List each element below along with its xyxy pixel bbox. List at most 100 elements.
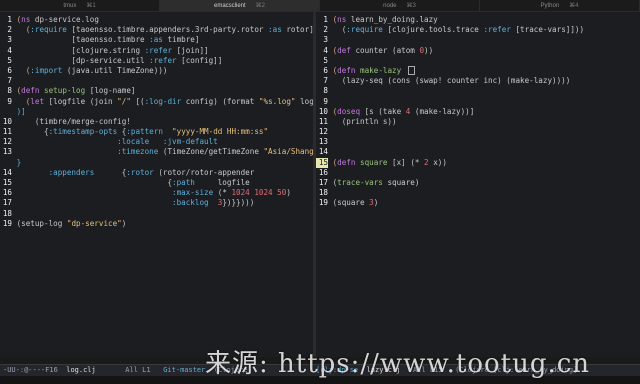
- code-line[interactable]: 14: [316, 147, 584, 157]
- editor-pane-left[interactable]: 1 (ns dp-service.log 2 (:require [taoenss…: [0, 12, 313, 357]
- line-number: 18: [318, 188, 328, 198]
- code-line[interactable]: 10 (timbre/merge-config!: [0, 117, 313, 127]
- line-number: 11: [318, 116, 328, 126]
- code-text: (ns dp-service.log: [16, 15, 99, 24]
- line-number: 14: [2, 167, 12, 177]
- code-line[interactable]: 12 :locale :jvm-default: [0, 137, 313, 147]
- code-line[interactable]: 5 [dp-service.util :refer [config]]: [0, 56, 313, 66]
- code-line[interactable]: 7 (lazy-seq (cons (swap! counter inc) (m…: [316, 76, 584, 86]
- code-line[interactable]: 8 (defn setup-log [log-name]: [0, 86, 313, 96]
- code-text: (defn make-lazy: [328, 66, 415, 76]
- code-text: :appenders {:rotor (rotor/rotor-appender: [48, 167, 255, 177]
- code-line[interactable]: 3 [taoensso.timbre :as timbre]: [0, 35, 313, 45]
- line-number: 18: [2, 208, 12, 218]
- code-line[interactable]: 8: [316, 86, 584, 96]
- code-line[interactable]: 9: [316, 97, 584, 107]
- code-text: (trace-vars square): [328, 178, 420, 187]
- code-line[interactable]: 19 (square 3): [316, 198, 584, 208]
- code-text: (def counter (atom 0)): [332, 45, 434, 55]
- line-number: 13: [318, 137, 328, 147]
- code-line[interactable]: 17 (trace-vars square): [316, 178, 584, 188]
- code-line[interactable]: 6 (defn make-lazy: [316, 66, 584, 76]
- line-number: 15: [316, 157, 328, 168]
- line-number: 12: [2, 137, 12, 147]
- tab-bar: tmux ⌘1 emacsclient ⌘2 node ⌘3 Python ⌘4: [0, 0, 640, 12]
- code-line[interactable]: 1 (ns dp-service.log: [0, 15, 313, 25]
- code-line[interactable]: 17 :backlog 3})}}))): [0, 198, 313, 208]
- tab-tmux[interactable]: tmux ⌘1: [0, 0, 160, 11]
- line-number: 17: [2, 198, 12, 208]
- code-line[interactable]: 1 (ns learn_by_doing.lazy: [316, 15, 584, 25]
- code-text: (ns learn_by_doing.lazy: [332, 15, 438, 24]
- code-line[interactable]: 14 :appenders {:rotor (rotor/rotor-appen…: [0, 168, 313, 178]
- code-line[interactable]: 18: [0, 209, 313, 219]
- code-lines: 1 (ns dp-service.log 2 (:require [taoenss…: [0, 15, 313, 229]
- tab-python[interactable]: Python ⌘4: [480, 0, 640, 11]
- code-line[interactable]: 2 (:require [taoensso.timbre.appenders.3…: [0, 25, 313, 35]
- code-line[interactable]: 13 :timezone (TimeZone/getTimeZone "Asia…: [0, 147, 313, 157]
- line-number: 15: [2, 178, 12, 187]
- code-line[interactable]: 4 [clojure.string :refer [join]]: [0, 46, 313, 56]
- line-number: 5: [323, 55, 328, 65]
- line-number: 10: [2, 116, 12, 126]
- code-text: {:timestamp-opts {:pattern "yyyy-MM-dd H…: [12, 127, 269, 137]
- code-text: [taoensso.timbre :as timbre]: [12, 35, 200, 45]
- code-line[interactable]: 15 (defn square [x] (* 2 x)): [316, 157, 584, 168]
- line-number: 5: [7, 55, 12, 65]
- line-number: 1: [323, 15, 328, 24]
- code-line[interactable]: 4 (def counter (atom 0)): [316, 46, 584, 56]
- code-line[interactable]: 5: [316, 56, 584, 66]
- code-line[interactable]: 16 :max-size (* 1024 1024 50) ; 50M: [0, 188, 313, 198]
- code-text: :locale :jvm-default: [117, 137, 218, 147]
- code-text: :max-size (* 1024 1024 50) ; 50M: [172, 188, 313, 198]
- code-line[interactable]: 16: [316, 168, 584, 178]
- tab-node[interactable]: node ⌘3: [320, 0, 480, 11]
- code-line[interactable]: 7: [0, 76, 313, 86]
- code-line[interactable]: 15 {:path logfile: [0, 178, 313, 188]
- line-number: 7: [323, 76, 328, 86]
- editor-pane-right[interactable]: 1 (ns learn_by_doing.lazy 2 (:require [cl…: [316, 12, 640, 357]
- line-number: 4: [323, 45, 328, 55]
- code-line[interactable]: 18: [316, 188, 584, 198]
- code-text: (lazy-seq (cons (swap! counter inc) (mak…: [328, 76, 571, 86]
- code-line[interactable]: 11 {:timestamp-opts {:pattern "yyyy-MM-d…: [0, 127, 313, 137]
- line-number: 19: [2, 218, 12, 228]
- code-line[interactable]: 13: [316, 137, 584, 147]
- code-line[interactable]: 12: [316, 127, 584, 137]
- code-line[interactable]: )]: [0, 107, 313, 117]
- code-lines: 1 (ns learn_by_doing.lazy 2 (:require [cl…: [316, 15, 584, 209]
- tab-shortcut: ⌘4: [569, 3, 579, 9]
- line-number: 10: [318, 106, 328, 116]
- code-line[interactable]: 2 (:require [clojure.tools.trace :refer …: [316, 25, 584, 35]
- tab-title: node: [383, 2, 397, 9]
- code-text: }: [16, 157, 22, 167]
- code-text: (timbre/merge-config!: [12, 116, 131, 126]
- tab-emacsclient[interactable]: emacsclient ⌘2: [160, 0, 320, 11]
- code-line[interactable]: 9 (let [logfile (join "/" [(:log-dir con…: [0, 97, 313, 107]
- code-line[interactable]: }: [0, 158, 313, 168]
- buffer-status: -UU-:@----F16: [3, 366, 58, 374]
- code-line[interactable]: 19 (setup-log "dp-service"): [0, 219, 313, 229]
- code-text: (setup-log "dp-service"): [12, 218, 127, 228]
- tab-title: tmux: [63, 2, 77, 9]
- code-line[interactable]: 10 (doseq [s (take 4 (make-lazy))]: [316, 107, 584, 117]
- code-line[interactable]: 11 (println s)): [316, 117, 584, 127]
- line-number: 13: [2, 147, 12, 157]
- code-line[interactable]: 6 (:import (java.util TimeZone))): [0, 66, 313, 76]
- code-line[interactable]: 3: [316, 35, 584, 45]
- code-text: (defn setup-log [log-name]: [16, 86, 136, 96]
- line-number: 12: [318, 127, 328, 137]
- code-text: (:import (java.util TimeZone))): [25, 65, 168, 75]
- code-text: (:require [clojure.tools.trace :refer [t…: [328, 25, 585, 35]
- line-number: 8: [7, 86, 12, 96]
- code-text: :backlog 3})}}))): [172, 198, 255, 208]
- buffer-file: log.clj: [66, 366, 96, 374]
- line-number: 16: [318, 167, 328, 177]
- line-number: 3: [323, 35, 328, 45]
